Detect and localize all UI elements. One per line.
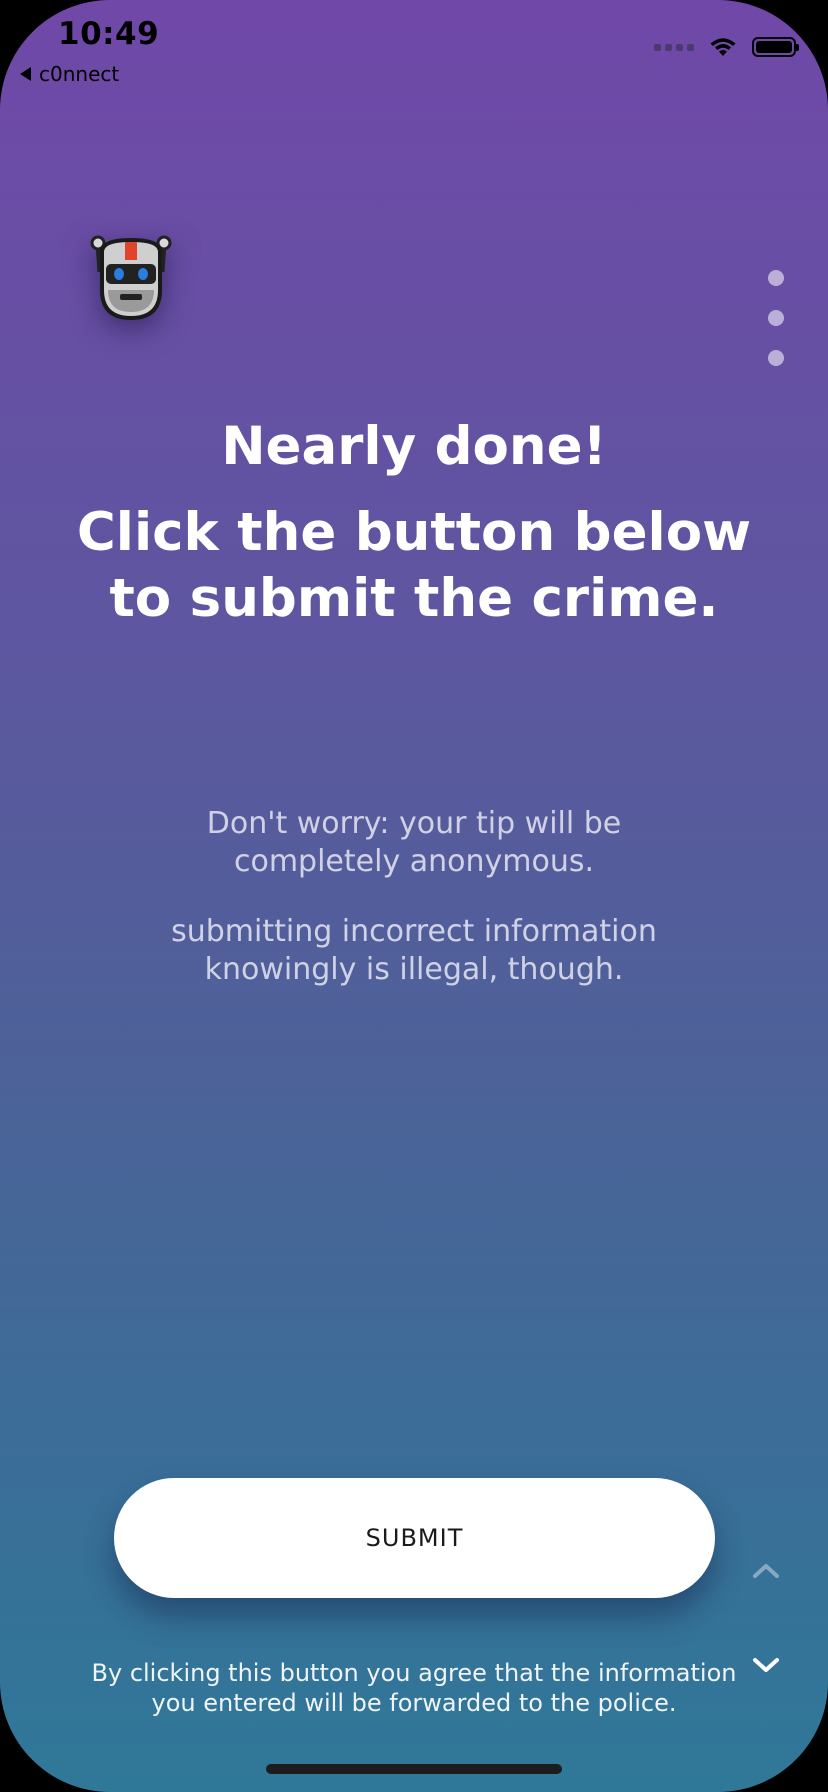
app-screen: 10:49 c0nnect Nearly done! Click the but… <box>0 0 828 1792</box>
back-arrow-icon <box>20 67 31 81</box>
status-time: 10:49 <box>58 16 160 52</box>
status-indicators <box>654 36 799 58</box>
submit-disclaimer: By clicking this button you agree that t… <box>91 1659 737 1717</box>
anonymity-note: Don't worry: your tip will be completely… <box>206 806 622 879</box>
page-title: Nearly done! <box>221 416 607 477</box>
page-indicator <box>768 270 784 366</box>
submit-button[interactable]: SUBMIT <box>114 1478 715 1598</box>
battery-icon <box>752 37 799 57</box>
back-app-label: c0nnect <box>39 62 120 86</box>
robot-logo-icon <box>90 235 172 321</box>
cellular-signal-icon <box>654 43 694 51</box>
chevron-up-icon[interactable] <box>752 1556 780 1584</box>
home-indicator[interactable] <box>266 1764 562 1774</box>
wifi-icon <box>710 38 736 56</box>
legal-warning-note: submitting incorrect information knowing… <box>171 914 657 987</box>
page-subtitle: Click the button below to submit the cri… <box>76 502 752 629</box>
page-dot[interactable] <box>768 310 784 326</box>
page-dot[interactable] <box>768 270 784 286</box>
page-dot[interactable] <box>768 350 784 366</box>
back-to-app-link[interactable]: c0nnect <box>20 62 119 86</box>
